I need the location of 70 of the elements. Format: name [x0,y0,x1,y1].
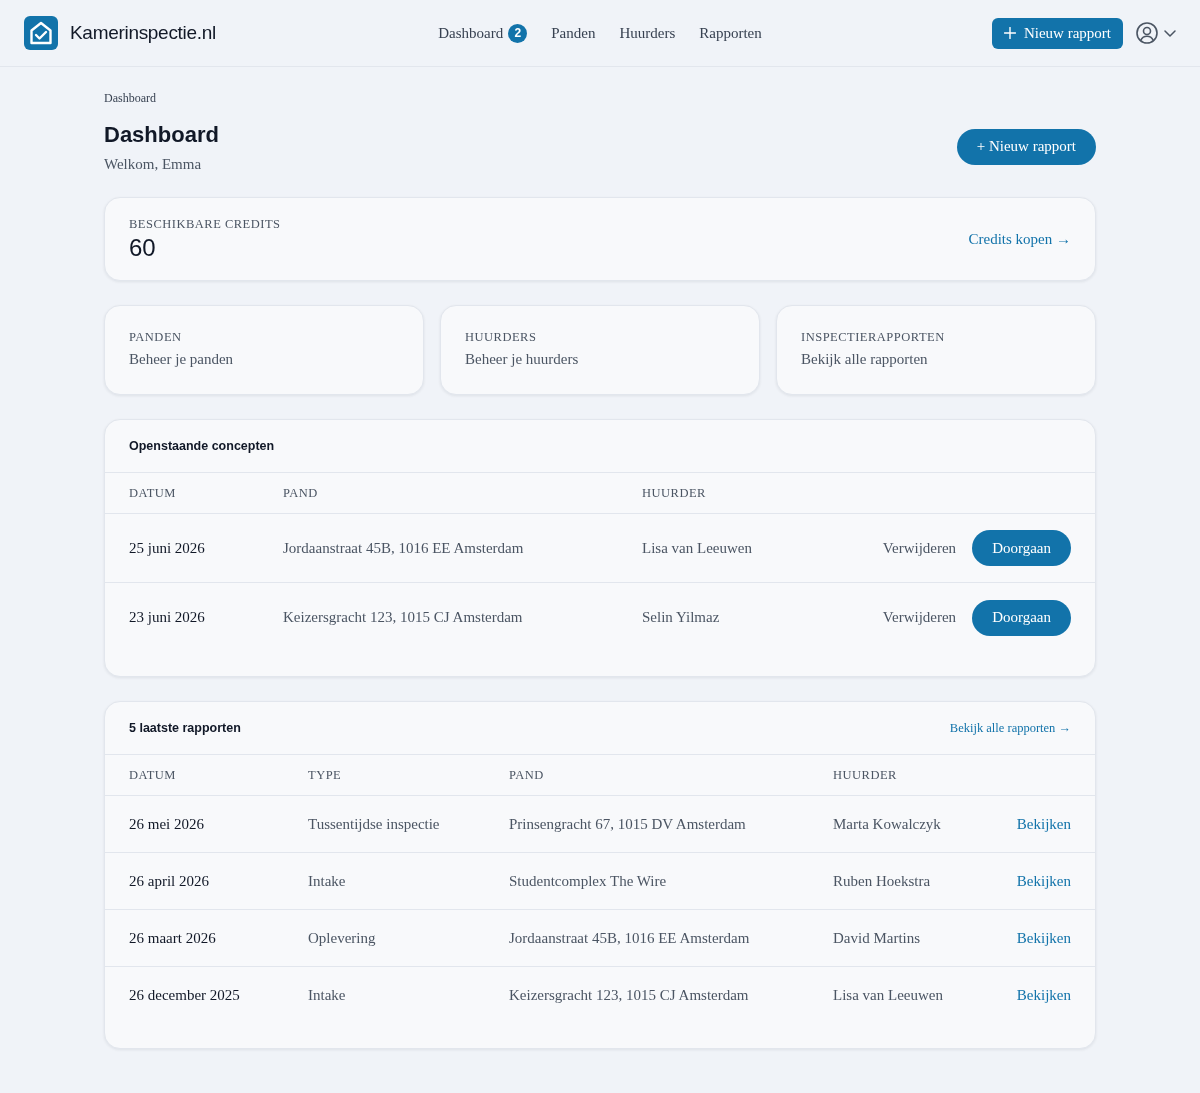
count-badge: 2 [508,23,528,43]
chevron-down-icon [1164,29,1176,37]
welcome-text: Welkom, Emma [104,156,203,173]
brand-name: Kamerinspectie.nl [70,22,216,44]
nav-link[interactable]: Panden [551,24,596,42]
nav-tile[interactable]: INSPECTIERAPPORTEN Bekijk alle rapporten [776,305,1096,395]
credits-value: 60 [129,233,157,262]
new-report-button[interactable]: + Nieuw rapport [956,128,1096,165]
nav-link[interactable]: Dashboard 2 [438,23,528,43]
date-cell-text: 26 mei 2026 [129,815,205,833]
column-header: DATUM [129,767,177,783]
nav-tile[interactable]: HUURDERS Beheer je huurders [440,305,760,395]
column-header: TYPE [308,767,343,783]
plus-icon [1003,27,1016,39]
buy-credits-link[interactable]: Credits kopen → [968,230,1071,248]
user-menu-button[interactable] [1136,22,1176,44]
user-avatar-icon [1136,22,1158,44]
property-cell-text: Prinsengracht 67, 1015 DV Amsterdam [509,815,747,833]
view-link[interactable]: Bekijken [1016,872,1071,890]
tile-label: PANDEN [129,330,183,345]
tenant-cell-text: Selin Yilmaz [642,609,721,626]
card-title: Openstaande concepten [129,439,275,453]
continue-button[interactable]: Doorgaan [972,530,1071,566]
tile-label: HUURDERS [465,330,538,345]
all-reports-link[interactable]: Bekijk alle rapporten → [949,720,1071,736]
nav-tile[interactable]: PANDEN Beheer je panden [104,305,424,395]
property-cell-text: Keizersgracht 123, 1015 CJ Amsterdam [283,609,524,626]
column-header: PAND [283,485,319,501]
tenant-cell-text: Ruben Hoekstra [833,872,932,890]
column-header: HUURDER [833,767,898,783]
date-cell-text: 25 juni 2026 [129,539,206,557]
view-link[interactable]: Bekijken [1016,987,1071,1004]
type-cell-text: Oplevering [308,929,377,947]
tile-label: INSPECTIERAPPORTEN [801,330,946,345]
type-cell-text: Intake [308,987,347,1004]
tenant-cell-text: Lisa van Leeuwen [642,539,753,557]
view-link[interactable]: Bekijken [1016,929,1071,947]
date-cell-text: 26 april 2026 [129,872,210,890]
tenant-cell-text: Marta Kowalczyk [833,815,942,833]
column-header: HUURDER [642,485,707,501]
credits-label: BESCHIKBARE CREDITS [129,216,281,232]
nav-link[interactable]: Rapporten [699,24,762,42]
view-link[interactable]: Bekijken [1016,815,1071,833]
delete-button[interactable]: Verwijderen [882,539,957,557]
button-label: Nieuw rapport [1023,24,1111,42]
new-report-button[interactable]: Nieuw rapport [991,17,1123,49]
nav-label: Dashboard [438,24,504,42]
tile-description: Beheer je huurders [465,351,580,368]
type-cell-text: Intake [308,872,347,890]
property-cell-text: Jordaanstraat 45B, 1016 EE Amsterdam [509,929,751,947]
house-check-logo-icon [24,16,58,50]
delete-button[interactable]: Verwijderen [882,609,957,626]
date-cell-text: 26 december 2025 [129,987,241,1004]
property-cell-text: Jordaanstraat 45B, 1016 EE Amsterdam [283,539,525,557]
continue-button[interactable]: Doorgaan [972,599,1071,636]
tile-description: Beheer je panden [129,351,235,368]
type-cell-text: Tussentijdse inspectie [308,815,441,833]
property-cell-text: Keizersgracht 123, 1015 CJ Amsterdam [509,987,750,1004]
breadcrumb-link[interactable]: Dashboard [104,91,1096,106]
tile-description: Bekijk alle rapporten [801,351,929,368]
date-cell-text: 26 maart 2026 [129,929,217,947]
date-cell-text: 23 juni 2026 [129,609,206,626]
tenant-cell-text: David Martins [833,929,922,947]
column-header: PAND [509,767,545,783]
property-cell-text: Studentcomplex The Wire [509,872,668,890]
page-title: Dashboard [104,121,219,149]
nav-link[interactable]: Huurders [619,24,676,42]
column-header: DATUM [129,485,177,501]
tenant-cell-text: Lisa van Leeuwen [833,987,944,1004]
card-title: 5 laatste rapporten [129,721,241,735]
